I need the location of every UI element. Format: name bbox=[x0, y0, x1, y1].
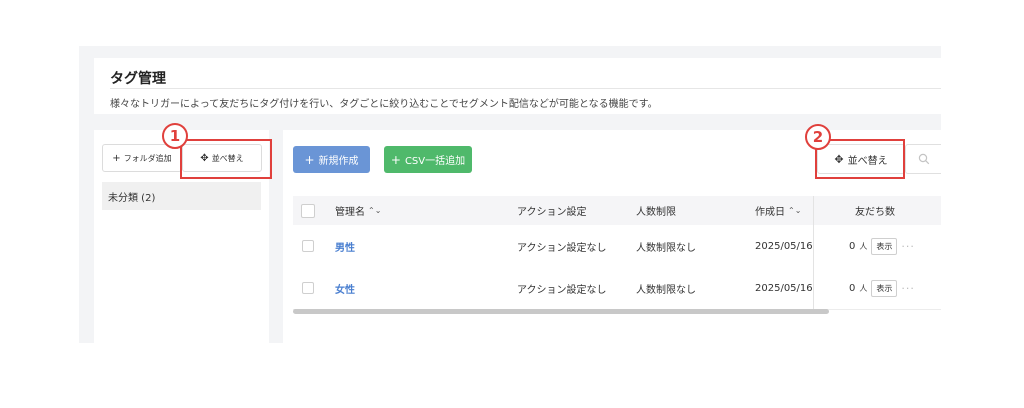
view-friends-button[interactable]: 表示 bbox=[871, 237, 898, 255]
plus-icon: + bbox=[112, 152, 121, 164]
column-limit-label: 人数制限 bbox=[636, 207, 676, 218]
plus-icon: + bbox=[390, 152, 401, 167]
header-divider bbox=[110, 88, 941, 89]
page-title: タグ管理 bbox=[110, 71, 166, 87]
row-checkbox-cell bbox=[302, 225, 314, 267]
column-name-label: 管理名 bbox=[335, 207, 365, 218]
column-action: アクション設定 bbox=[517, 196, 587, 225]
folder-item-uncategorized[interactable]: 未分類 (2) bbox=[102, 182, 261, 210]
created-cell: 2025/05/16 bbox=[755, 267, 813, 309]
column-name[interactable]: 管理名 ⌃⌄ bbox=[335, 196, 381, 225]
action-value: アクション設定なし bbox=[517, 242, 607, 254]
sticky-column-divider bbox=[813, 196, 814, 314]
search-button[interactable] bbox=[905, 144, 941, 174]
row-checkbox[interactable] bbox=[302, 282, 314, 294]
limit-cell: 人数制限なし bbox=[636, 225, 696, 267]
callout-number-2: 2 bbox=[805, 124, 831, 150]
limit-value: 人数制限なし bbox=[636, 242, 696, 254]
callout-box-2 bbox=[815, 139, 905, 179]
limit-cell: 人数制限なし bbox=[636, 267, 696, 309]
action-value: アクション設定なし bbox=[517, 284, 607, 296]
friends-count: 0 bbox=[849, 282, 856, 294]
column-friends: 友だち数 bbox=[855, 196, 895, 225]
tag-name-cell: 女性 bbox=[335, 267, 355, 309]
created-value: 2025/05/16 bbox=[755, 240, 813, 252]
page-header: タグ管理 様々なトリガーによって友だちにタグ付けを行い、タグごとに絞り込むことで… bbox=[94, 58, 941, 114]
row-checkbox-cell bbox=[302, 267, 314, 309]
select-all-cell bbox=[301, 196, 315, 225]
app-window: タグ管理 様々なトリガーによって友だちにタグ付けを行い、タグごとに絞り込むことで… bbox=[79, 46, 941, 343]
select-all-checkbox[interactable] bbox=[301, 203, 315, 218]
new-tag-label: 新規作成 bbox=[318, 156, 359, 167]
tag-name-cell: 男性 bbox=[335, 225, 355, 267]
more-icon[interactable]: ··· bbox=[901, 240, 915, 253]
column-friends-label: 友だち数 bbox=[855, 207, 895, 218]
plus-icon: + bbox=[304, 152, 315, 167]
callout-box-1 bbox=[180, 139, 272, 179]
csv-import-button[interactable]: + CSV一括追加 bbox=[384, 146, 472, 173]
sort-icon: ⌃⌄ bbox=[788, 206, 802, 215]
sort-icon: ⌃⌄ bbox=[368, 206, 382, 215]
table-row[interactable]: 女性 アクション設定なし 人数制限なし 2025/05/16 0 人 表示 ··… bbox=[293, 267, 941, 310]
csv-import-label: CSV一括追加 bbox=[404, 156, 466, 167]
search-icon bbox=[918, 153, 929, 165]
view-friends-button[interactable]: 表示 bbox=[871, 279, 898, 297]
more-icon[interactable]: ··· bbox=[901, 282, 915, 295]
action-cell: アクション設定なし bbox=[517, 225, 607, 267]
add-folder-label: フォルダ追加 bbox=[123, 153, 172, 163]
action-cell: アクション設定なし bbox=[517, 267, 607, 309]
folder-item-label: 未分類 (2) bbox=[108, 192, 156, 204]
horizontal-scrollbar[interactable] bbox=[293, 309, 829, 314]
callout-number-1: 1 bbox=[162, 123, 188, 149]
friends-unit: 人 bbox=[859, 241, 868, 251]
limit-value: 人数制限なし bbox=[636, 284, 696, 296]
friends-unit: 人 bbox=[859, 283, 868, 293]
friends-cell: 0 人 表示 ··· bbox=[849, 267, 915, 309]
tag-name-link[interactable]: 女性 bbox=[335, 281, 355, 296]
friends-cell: 0 人 表示 ··· bbox=[849, 225, 915, 267]
column-created[interactable]: 作成日 ⌃⌄ bbox=[755, 196, 801, 225]
created-cell: 2025/05/16 bbox=[755, 225, 813, 267]
page-description: 様々なトリガーによって友だちにタグ付けを行い、タグごとに絞り込むことでセグメント… bbox=[110, 99, 658, 110]
row-checkbox[interactable] bbox=[302, 240, 314, 252]
friends-count: 0 bbox=[849, 240, 856, 252]
column-action-label: アクション設定 bbox=[517, 207, 587, 218]
table-row[interactable]: 男性 アクション設定なし 人数制限なし 2025/05/16 0 人 表示 ··… bbox=[293, 225, 941, 268]
new-tag-button[interactable]: + 新規作成 bbox=[293, 146, 370, 173]
table-header: 管理名 ⌃⌄ アクション設定 人数制限 作成日 ⌃⌄ 友だち数 bbox=[293, 196, 941, 225]
column-limit: 人数制限 bbox=[636, 196, 676, 225]
tag-name-link[interactable]: 男性 bbox=[335, 239, 355, 254]
column-created-label: 作成日 bbox=[755, 207, 785, 218]
created-value: 2025/05/16 bbox=[755, 282, 813, 294]
